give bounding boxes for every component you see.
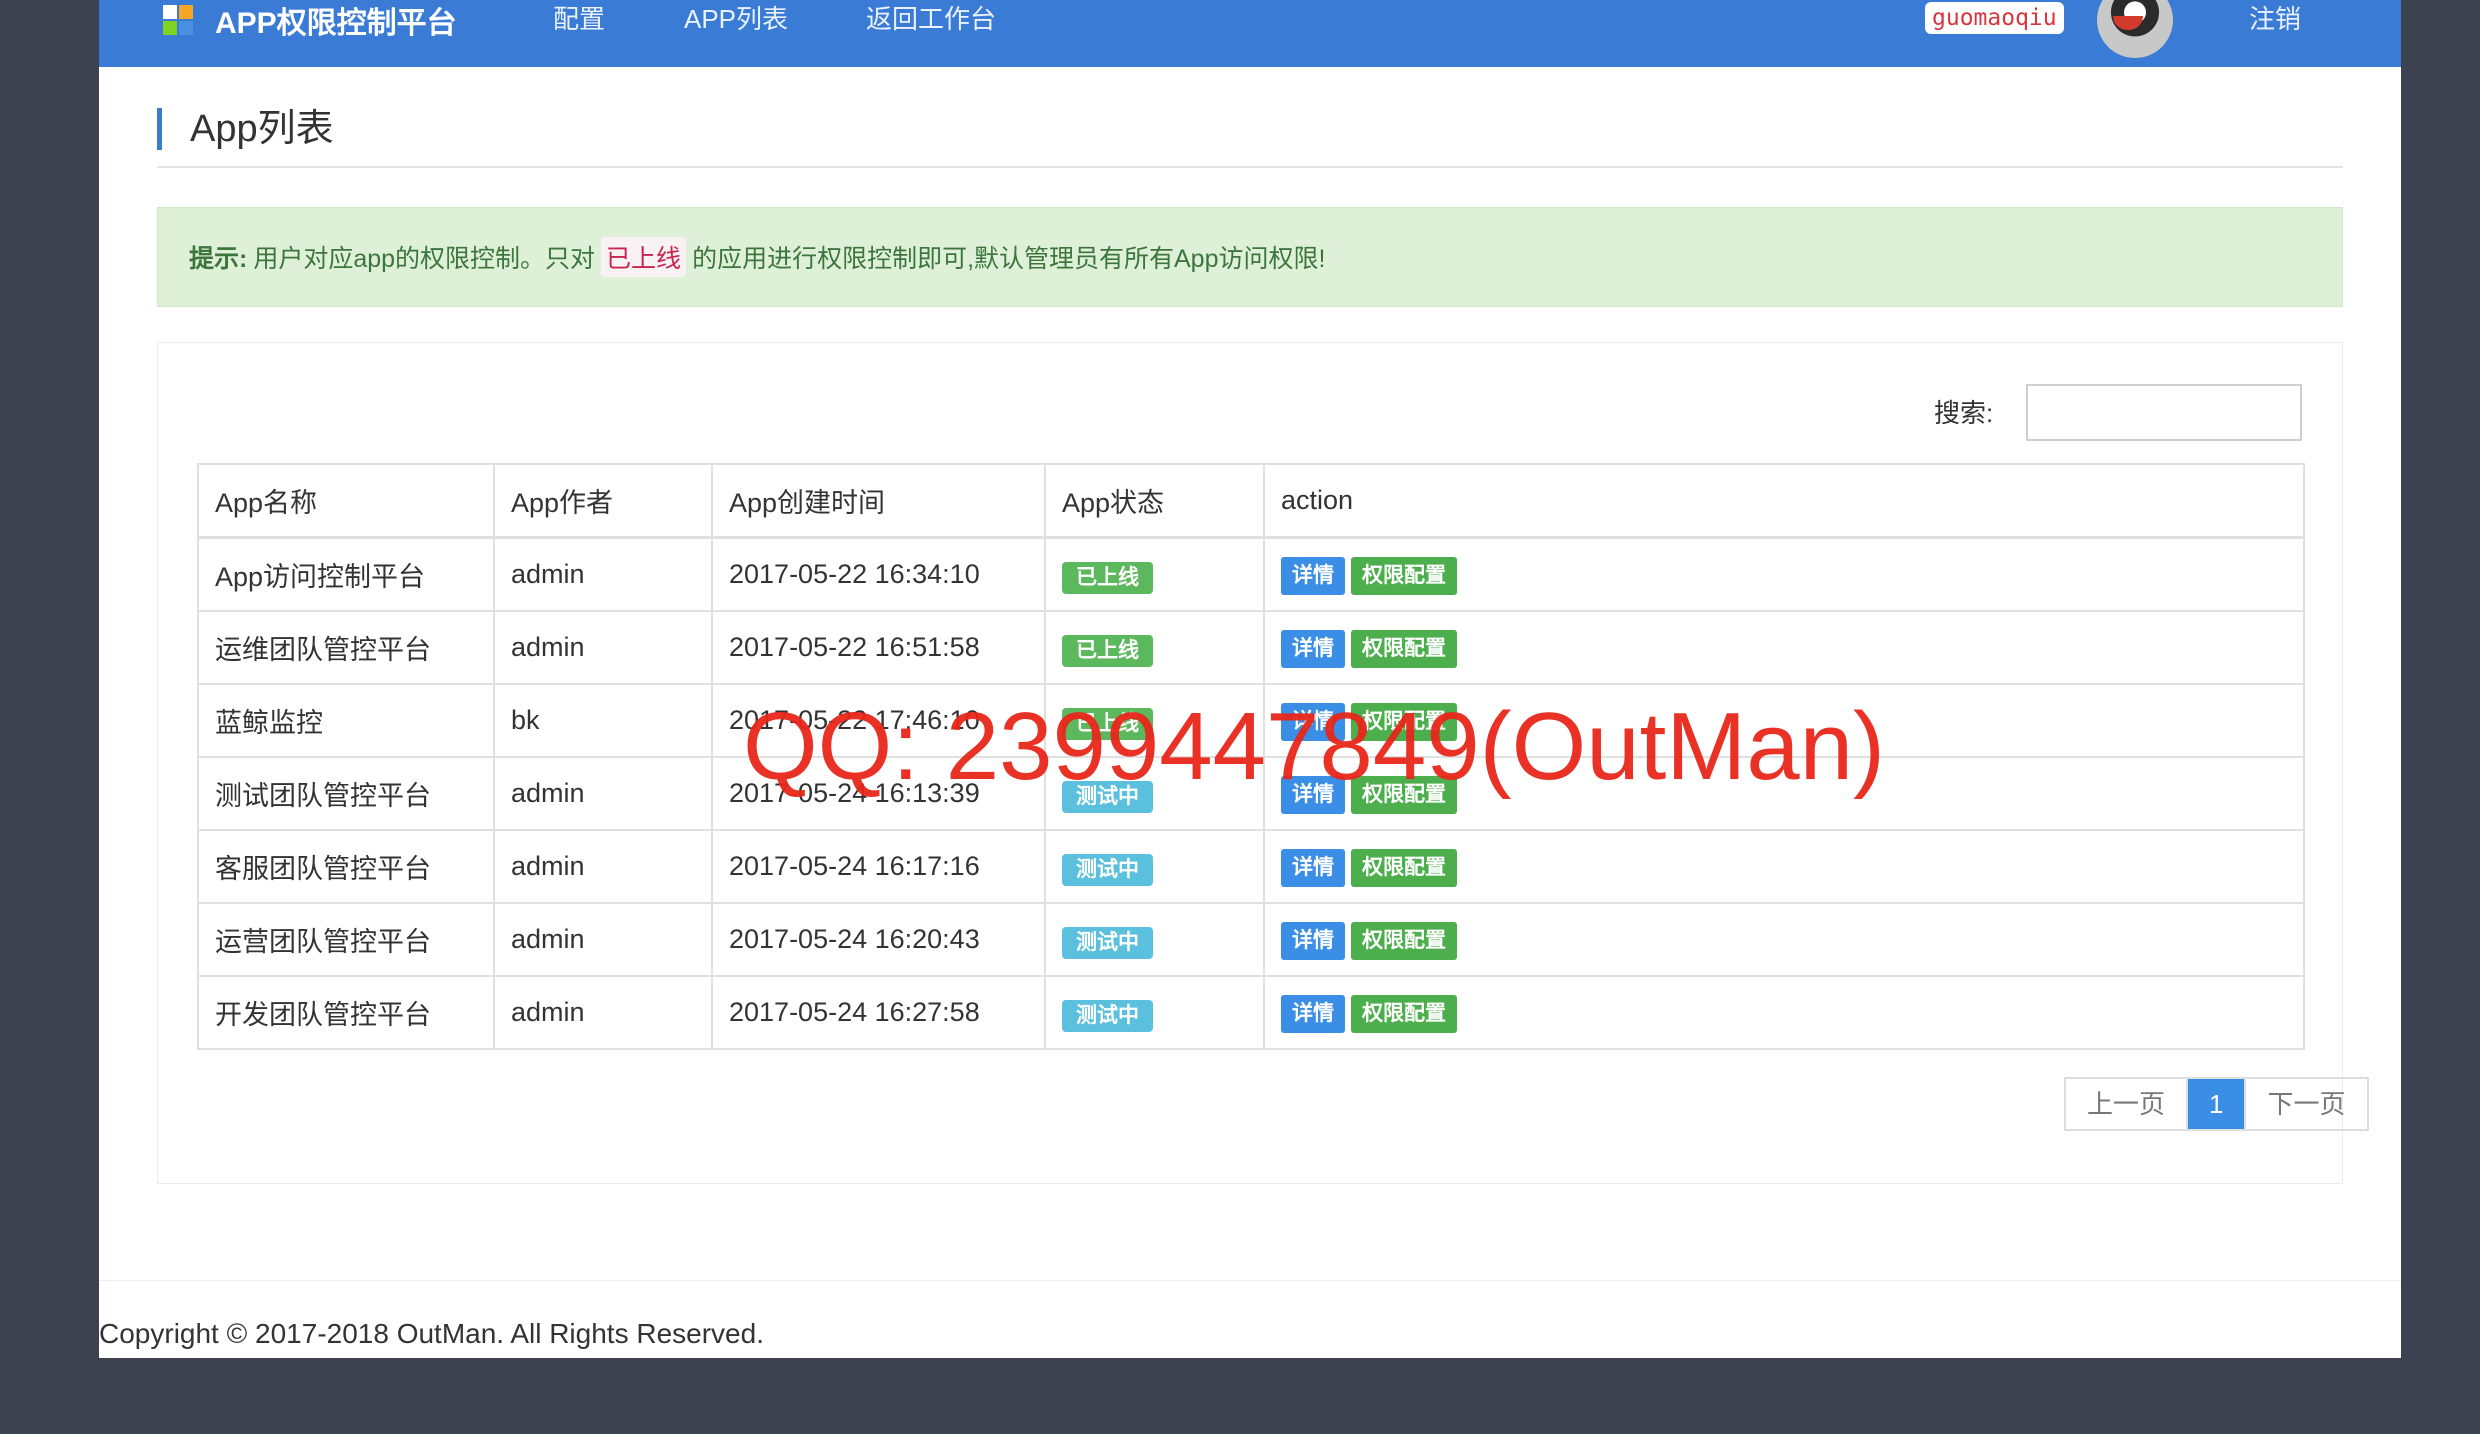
page-header: App列表 (157, 104, 2343, 168)
pagination-page-1[interactable]: 1 (2188, 1079, 2245, 1129)
detail-button[interactable]: 详情 (1281, 921, 1345, 960)
cell-app-author: admin (493, 829, 713, 904)
footer-divider (99, 1280, 2401, 1281)
cell-app-author: admin (493, 610, 713, 685)
cell-action: 详情 权限配置 (1263, 610, 2305, 685)
cell-action: 详情 权限配置 (1263, 902, 2305, 977)
column-header-name[interactable]: App名称 (197, 463, 495, 539)
permission-config-button[interactable]: 权限配置 (1351, 994, 1457, 1033)
alert-text-before: 用户对应app的权限控制。只对 (253, 245, 596, 273)
cell-app-status: 测试中 (1044, 829, 1265, 904)
table-row: App访问控制平台 admin 2017-05-22 16:34:10 已上线 详情 权限… (197, 536, 2305, 612)
brand-title: APP权限控制平台 (215, 7, 457, 40)
cell-action: 详情 权限配置 (1263, 683, 2305, 758)
cell-app-status: 已上线 (1044, 610, 1265, 685)
cell-app-author: admin (493, 975, 713, 1050)
table-row: 运维团队管控平台 admin 2017-05-22 16:51:58 已上线 详情 权限配… (197, 610, 2305, 685)
top-navbar: APP权限控制平台 配置 APP列表 返回工作台 guomaoqiu 注销 (99, 0, 2401, 67)
cell-app-name: 运营团队管控平台 (197, 902, 495, 977)
cell-app-name: App访问控制平台 (197, 536, 495, 612)
detail-button[interactable]: 详情 (1281, 848, 1345, 887)
permission-config-button[interactable]: 权限配置 (1351, 921, 1457, 960)
cell-app-author: bk (493, 683, 713, 758)
cell-app-created: 2017-05-22 16:51:58 (711, 610, 1046, 685)
pagination-prev-button[interactable]: 上一页 (2066, 1079, 2189, 1129)
detail-button[interactable]: 详情 (1281, 775, 1345, 814)
detail-button[interactable]: 详情 (1281, 556, 1345, 595)
cell-app-name: 运维团队管控平台 (197, 610, 495, 685)
cell-app-status: 已上线 (1044, 683, 1265, 758)
avatar[interactable] (2097, 0, 2173, 58)
column-header-action[interactable]: action (1263, 463, 2305, 539)
app-table: App名称 App作者 App创建时间 App状态 action App访问控制… (197, 463, 2305, 1050)
detail-button[interactable]: 详情 (1281, 702, 1345, 741)
title-accent-bar (157, 108, 162, 150)
cell-app-name: 测试团队管控平台 (197, 756, 495, 831)
logout-link[interactable]: 注销 (2249, 0, 2301, 38)
nav-link-config[interactable]: 配置 (553, 0, 605, 38)
pagination-next-button[interactable]: 下一页 (2244, 1079, 2366, 1129)
table-row: 客服团队管控平台 admin 2017-05-24 16:17:16 测试中 详情 权限配… (197, 829, 2305, 904)
status-badge: 测试中 (1062, 999, 1153, 1032)
detail-button[interactable]: 详情 (1281, 629, 1345, 668)
status-badge: 测试中 (1062, 853, 1153, 886)
cell-action: 详情 权限配置 (1263, 756, 2305, 831)
app-list-panel: 搜索: App名称 App作者 App创建时间 App状态 action App… (157, 342, 2369, 1184)
permission-config-button[interactable]: 权限配置 (1351, 702, 1457, 741)
cell-app-created: 2017-05-22 17:46:10 (711, 683, 1046, 758)
brand[interactable]: APP权限控制平台 (163, 0, 457, 40)
cell-app-name: 蓝鲸监控 (197, 683, 495, 758)
cell-app-status: 测试中 (1044, 975, 1265, 1050)
permission-config-button[interactable]: 权限配置 (1351, 556, 1457, 595)
page-title: App列表 (190, 108, 334, 150)
app-window: APP权限控制平台 配置 APP列表 返回工作台 guomaoqiu 注销 Ap… (99, 0, 2401, 1358)
detail-button[interactable]: 详情 (1281, 994, 1345, 1033)
column-header-status[interactable]: App状态 (1044, 463, 1265, 539)
nav-link-app-list[interactable]: APP列表 (684, 0, 788, 38)
cell-app-name: 开发团队管控平台 (197, 975, 495, 1050)
cell-app-status: 测试中 (1044, 756, 1265, 831)
cell-app-status: 已上线 (1044, 536, 1265, 612)
cell-app-name: 客服团队管控平台 (197, 829, 495, 904)
alert-text-after: 的应用进行权限控制即可,默认管理员有所有App访问权限! (692, 245, 1326, 273)
cell-app-created: 2017-05-24 16:17:16 (711, 829, 1046, 904)
table-body: App访问控制平台 admin 2017-05-22 16:34:10 已上线 详情 权限… (197, 536, 2305, 1050)
cell-app-created: 2017-05-24 16:27:58 (711, 975, 1046, 1050)
table-row: 运营团队管控平台 admin 2017-05-24 16:20:43 测试中 详情 权限配… (197, 902, 2305, 977)
status-badge: 已上线 (1062, 561, 1153, 594)
brand-logo-icon (163, 5, 193, 35)
search-label: 搜索: (1934, 398, 1994, 428)
cell-action: 详情 权限配置 (1263, 975, 2305, 1050)
status-badge: 测试中 (1062, 926, 1153, 959)
cell-app-author: admin (493, 902, 713, 977)
status-badge: 已上线 (1062, 707, 1153, 740)
status-badge: 测试中 (1062, 780, 1153, 813)
column-header-created[interactable]: App创建时间 (711, 463, 1046, 539)
table-row: 测试团队管控平台 admin 2017-05-24 16:13:39 测试中 详情 权限配… (197, 756, 2305, 831)
cell-app-created: 2017-05-24 16:20:43 (711, 902, 1046, 977)
cell-app-status: 测试中 (1044, 902, 1265, 977)
cell-app-created: 2017-05-24 16:13:39 (711, 756, 1046, 831)
permission-config-button[interactable]: 权限配置 (1351, 848, 1457, 887)
nav-link-back-workbench[interactable]: 返回工作台 (866, 0, 996, 38)
status-badge: 已上线 (1062, 634, 1153, 667)
cell-action: 详情 权限配置 (1263, 536, 2305, 612)
alert-highlight: 已上线 (601, 237, 687, 277)
tip-alert: 提示: 用户对应app的权限控制。只对 已上线 的应用进行权限控制即可,默认管理… (157, 207, 2343, 307)
column-header-author[interactable]: App作者 (493, 463, 713, 539)
table-header-row: App名称 App作者 App创建时间 App状态 action (197, 463, 2305, 539)
alert-label: 提示: (189, 245, 248, 273)
pagination: 上一页 1 下一页 (2064, 1077, 2369, 1131)
cell-app-created: 2017-05-22 16:34:10 (711, 536, 1046, 612)
search-input[interactable] (2026, 384, 2302, 441)
cell-app-author: admin (493, 756, 713, 831)
footer-copyright: Copyright © 2017-2018 OutMan. All Rights… (99, 1318, 764, 1349)
table-row: 开发团队管控平台 admin 2017-05-24 16:27:58 测试中 详情 权限配… (197, 975, 2305, 1050)
permission-config-button[interactable]: 权限配置 (1351, 775, 1457, 814)
cell-action: 详情 权限配置 (1263, 829, 2305, 904)
username-badge[interactable]: guomaoqiu (1925, 2, 2064, 34)
cell-app-author: admin (493, 536, 713, 612)
table-row: 蓝鲸监控 bk 2017-05-22 17:46:10 已上线 详情 权限配置 (197, 683, 2305, 758)
permission-config-button[interactable]: 权限配置 (1351, 629, 1457, 668)
